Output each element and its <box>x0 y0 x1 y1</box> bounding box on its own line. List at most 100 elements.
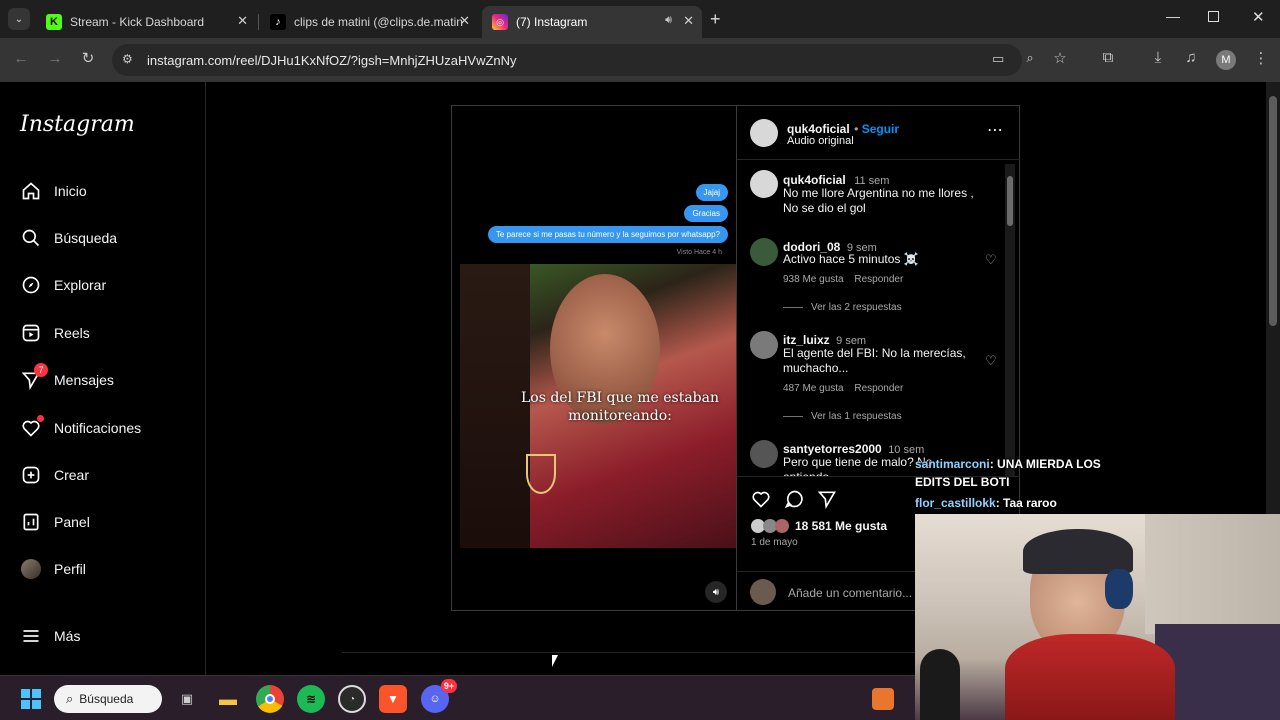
chat-username: flor_castillokk <box>915 496 996 510</box>
reel-video-panel[interactable]: Jajaj Gracias Te parece si me pasas tu n… <box>451 105 737 611</box>
tab-instagram[interactable]: ◎ (7) Instagram 🔊︎ ✕ <box>482 6 702 38</box>
notification-dot <box>37 415 44 422</box>
sidebar-item-mensajes[interactable]: 7 Mensajes <box>20 363 114 391</box>
zoom-icon[interactable]: ⌕ <box>1019 50 1041 66</box>
comment-avatar[interactable] <box>750 238 778 266</box>
sidebar-item-explorar[interactable]: Explorar <box>20 274 106 296</box>
menu-dots-icon[interactable]: ⋮ <box>1250 49 1272 67</box>
sidebar-item-busqueda[interactable]: Búsqueda <box>20 227 117 249</box>
lfc-crest <box>526 454 556 494</box>
sidebar-item-perfil[interactable]: Perfil <box>20 558 86 580</box>
brave-icon[interactable]: ▼ <box>379 685 407 713</box>
download-icon[interactable]: ⤓ <box>1147 49 1169 66</box>
scrollbar-thumb[interactable] <box>1007 176 1013 226</box>
follow-button[interactable]: Seguir <box>862 122 899 136</box>
author-username[interactable]: quk4oficial <box>787 122 850 136</box>
windows-taskbar: ⌕ Búsqueda ▣ ▬ ≋ ◔ ▼ ☺ 9+ <box>0 675 915 720</box>
likes-count[interactable]: 18 581 Me gusta <box>795 519 887 533</box>
close-icon[interactable]: ✕ <box>459 13 470 29</box>
audio-label[interactable]: Audio original <box>787 135 854 147</box>
site-info-icon[interactable]: ⚙ <box>122 52 133 66</box>
chat-username: santimarconi <box>915 457 990 471</box>
taskbar-search[interactable]: ⌕ Búsqueda <box>54 685 162 713</box>
minimize-button[interactable]: — <box>1166 8 1180 24</box>
comments-scrollbar[interactable] <box>1005 164 1015 476</box>
comment-like-icon[interactable]: ♡ <box>985 252 997 268</box>
windows-icon[interactable] <box>17 685 45 713</box>
messages-icon: 7 <box>20 363 48 391</box>
like-icon[interactable] <box>751 489 771 514</box>
reply-button[interactable]: Responder <box>854 274 903 285</box>
new-tab-button[interactable]: + <box>710 9 721 30</box>
sidebar-item-panel[interactable]: Panel <box>20 511 90 533</box>
reply-button[interactable]: Responder <box>854 383 903 394</box>
author-avatar[interactable] <box>750 119 778 147</box>
comment-icon[interactable] <box>784 489 804 514</box>
instagram-sidebar: Instagram Inicio Búsqueda Explorar Reels… <box>0 82 206 675</box>
tab-title: Stream - Kick Dashboard <box>70 15 205 29</box>
extensions-icon[interactable]: ⧉ <box>1097 49 1119 66</box>
comment-username[interactable]: itz_luixz <box>783 333 830 347</box>
obs-icon[interactable]: ◔ <box>338 685 366 713</box>
chat-message: flor_castillokk: Taa raroo <box>915 494 1115 512</box>
tray-app-icon[interactable] <box>872 688 894 710</box>
comment-avatar[interactable] <box>750 170 778 198</box>
address-bar[interactable]: ⚙ instagram.com/reel/DJHu1KxNfOZ/?igsh=M… <box>112 44 1022 76</box>
video-caption: Los del FBI que me estaban monitoreando: <box>520 390 719 424</box>
file-explorer-icon[interactable]: ▬ <box>214 685 242 713</box>
sidebar-item-reels[interactable]: Reels <box>20 322 90 344</box>
sidebar-item-crear[interactable]: Crear <box>20 464 89 486</box>
comment-username[interactable]: quk4oficial <box>783 173 846 187</box>
view-replies-button[interactable]: Ver las 2 respuestas <box>783 302 902 313</box>
sidebar-item-notificaciones[interactable]: Notificaciones <box>20 415 141 439</box>
comment-likes[interactable]: 487 Me gusta <box>783 383 844 394</box>
sidebar-item-inicio[interactable]: Inicio <box>20 180 87 202</box>
tab-list-dropdown[interactable]: ⌄ <box>8 8 30 30</box>
media-control-icon[interactable]: ♫ <box>1180 49 1202 66</box>
page-divider <box>342 652 916 653</box>
menu-icon <box>20 625 42 647</box>
post-header: quk4oficial • Seguir Audio original ⋯ <box>737 106 1020 160</box>
comment-text: Pero que tiene de malo? No entiendo <box>783 455 933 476</box>
tab-kick[interactable]: K Stream - Kick Dashboard ✕ <box>36 6 256 38</box>
share-icon[interactable] <box>817 489 837 514</box>
close-icon[interactable]: ✕ <box>237 13 248 29</box>
reels-icon <box>20 322 42 344</box>
cast-icon[interactable]: ▭ <box>992 51 1004 67</box>
speaker-icon[interactable]: 🔊︎ <box>665 14 672 27</box>
comment-avatar[interactable] <box>750 440 778 468</box>
sidebar-item-mas[interactable]: Más <box>20 625 80 647</box>
forward-icon[interactable]: → <box>44 50 66 67</box>
reload-icon[interactable]: ↻ <box>77 49 99 67</box>
search-icon: ⌕ <box>66 691 74 706</box>
back-icon[interactable]: ← <box>10 50 32 67</box>
sidebar-item-label: Más <box>54 628 81 644</box>
sidebar-item-label: Panel <box>54 514 90 530</box>
liked-by-avatars <box>751 519 793 533</box>
profile-avatar[interactable]: M <box>1216 50 1236 70</box>
comment-like-icon[interactable]: ♡ <box>985 353 997 369</box>
comment-input[interactable]: Añade un comentario... <box>788 586 912 600</box>
task-view-icon[interactable]: ▣ <box>173 685 201 713</box>
tab-title: (7) Instagram <box>516 15 588 29</box>
scrollbar-thumb[interactable] <box>1269 96 1277 326</box>
maximize-button[interactable] <box>1208 11 1219 22</box>
comment-username[interactable]: santyetorres2000 <box>783 442 882 456</box>
tab-tiktok[interactable]: ♪ clips de matini (@clips.de.matin ✕ <box>260 6 478 38</box>
view-replies-button[interactable]: Ver las 1 respuestas <box>783 411 902 422</box>
chrome-icon[interactable] <box>256 685 284 713</box>
comment-text: Activo hace 5 minutos ☠️ <box>783 252 919 266</box>
more-options-icon[interactable]: ⋯ <box>987 120 1003 140</box>
bookmark-star-icon[interactable]: ☆ <box>1049 49 1071 67</box>
close-icon[interactable]: ✕ <box>683 13 694 29</box>
close-window-button[interactable]: ✕ <box>1252 8 1265 26</box>
comment-avatar[interactable] <box>750 331 778 359</box>
instagram-logo[interactable]: Instagram <box>20 112 135 137</box>
mute-button[interactable]: 🔊︎ <box>705 581 727 603</box>
avatar-icon <box>20 558 42 580</box>
messages-badge: 7 <box>34 363 48 377</box>
comment-likes[interactable]: 938 Me gusta <box>783 274 844 285</box>
spotify-icon[interactable]: ≋ <box>297 685 325 713</box>
webcam-curtain <box>1145 514 1280 634</box>
discord-icon[interactable]: ☺ 9+ <box>421 679 457 713</box>
